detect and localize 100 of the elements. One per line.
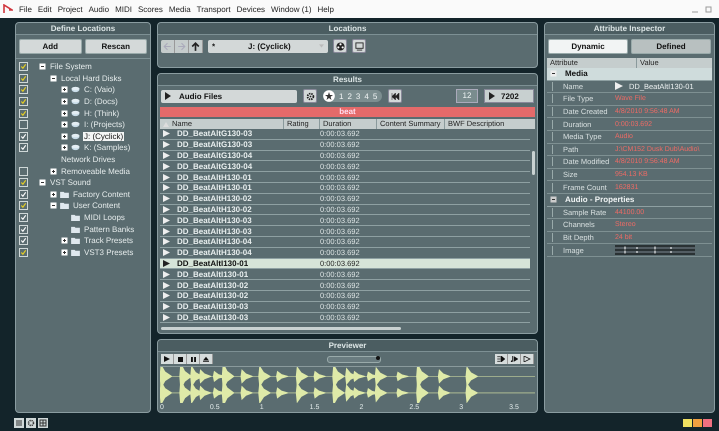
rating-filter[interactable]: 3 (356, 92, 360, 100)
checkbox[interactable] (19, 201, 28, 210)
checkbox[interactable] (19, 248, 28, 257)
page-field[interactable]: 12 (456, 89, 478, 103)
volume-slider[interactable] (327, 356, 381, 362)
stop-button[interactable] (174, 354, 187, 364)
eject-button[interactable] (200, 354, 213, 364)
collapse-icon[interactable] (50, 202, 57, 210)
tree-item[interactable]: VST Sound (49, 178, 92, 188)
tree-item[interactable]: Pattern Banks (83, 224, 136, 234)
checkbox[interactable] (19, 236, 28, 246)
tree-item[interactable]: K: (Samples) (83, 143, 132, 152)
tree-item[interactable]: MIDI Loops (83, 213, 126, 222)
expand-icon[interactable] (61, 110, 68, 117)
settings-button[interactable] (303, 89, 317, 103)
checkbox[interactable] (19, 85, 28, 94)
menu-item[interactable]: File (19, 4, 32, 14)
checkbox[interactable] (19, 143, 28, 152)
menu-item[interactable]: Audio (88, 4, 110, 14)
menu-item[interactable]: Project (58, 4, 83, 14)
reel-button[interactable] (333, 39, 347, 53)
up-arrow-icon[interactable] (189, 40, 203, 52)
tree-item[interactable]: C: (Vaio) (83, 85, 116, 94)
tab[interactable]: Defined (631, 39, 711, 54)
pause-button[interactable] (187, 354, 200, 364)
grid-view-icon[interactable] (38, 418, 48, 428)
tree-item[interactable]: User Content (72, 201, 122, 210)
menu-item[interactable]: MIDI (115, 4, 132, 14)
expand-icon[interactable] (61, 144, 68, 152)
tree-item[interactable]: Factory Content (72, 190, 131, 199)
tree-item[interactable]: H: (Think) (83, 108, 120, 118)
expand-icon[interactable] (61, 237, 68, 244)
back-icon[interactable] (161, 40, 175, 52)
add-button[interactable]: Add (19, 39, 82, 54)
checkbox[interactable] (19, 224, 28, 234)
location-dropdown[interactable]: * J: (Cyclick) (208, 40, 328, 52)
menu-item[interactable]: Devices (236, 4, 266, 14)
checkbox[interactable] (19, 166, 28, 176)
expand-icon[interactable] (61, 98, 68, 106)
expand-icon[interactable] (50, 168, 57, 175)
file-name: DD_BeatAltG130-03 (177, 140, 254, 150)
collapse-icon[interactable] (550, 70, 557, 78)
tree-item[interactable]: D: (Docs) (83, 97, 119, 106)
browse-button[interactable] (352, 39, 366, 53)
restore-icon[interactable] (705, 5, 713, 13)
checkbox[interactable] (19, 62, 28, 72)
tree-item[interactable]: I: (Projects) (83, 120, 126, 130)
rating-filter[interactable]: 2 (347, 92, 352, 100)
media-type-dropdown[interactable]: Audio Files (161, 90, 297, 102)
tree-item[interactable]: J: (Cyclick) (83, 132, 124, 141)
scrollbar[interactable] (532, 151, 535, 175)
tree-item[interactable]: Network Drives (60, 155, 116, 164)
skip-back-button[interactable] (388, 89, 402, 103)
collapse-icon[interactable] (39, 63, 46, 70)
rating-filter[interactable]: 4 (364, 92, 369, 100)
settings-icon[interactable] (26, 418, 36, 428)
star-icon[interactable] (323, 90, 335, 102)
group-header[interactable]: Audio - Properties (547, 194, 712, 207)
tree-item[interactable]: Track Presets (83, 236, 134, 246)
expand-icon[interactable] (61, 248, 68, 256)
auto-play-button[interactable] (495, 354, 508, 364)
checkbox[interactable] (19, 108, 28, 118)
collapse-icon[interactable] (550, 196, 557, 204)
rating-filter[interactable]: 1 (339, 92, 344, 100)
rating-filter[interactable]: 5 (372, 92, 378, 100)
tree-item[interactable]: Local Hard Disks (60, 74, 122, 83)
checkbox[interactable] (19, 213, 28, 222)
menu-item[interactable]: Media (168, 4, 191, 14)
tree-item[interactable]: VST3 Presets (83, 248, 134, 257)
collapse-icon[interactable] (50, 74, 57, 82)
scrollbar[interactable] (161, 327, 401, 330)
loop-play-button[interactable] (521, 354, 534, 364)
tree-item[interactable]: Removeable Media (60, 166, 131, 176)
list-view-icon[interactable] (14, 418, 24, 428)
expand-icon[interactable] (50, 190, 57, 198)
checkbox[interactable] (19, 120, 28, 130)
group-header[interactable]: Media (547, 68, 712, 81)
menu-item[interactable]: Scores (138, 4, 163, 14)
play-button[interactable] (161, 354, 174, 364)
rescan-button[interactable]: Rescan (84, 39, 147, 54)
tree-item[interactable]: File System (49, 62, 93, 72)
checkbox[interactable] (19, 190, 28, 199)
expand-icon[interactable] (61, 121, 68, 128)
expand-icon[interactable] (61, 86, 68, 94)
expand-icon[interactable] (61, 132, 68, 140)
search-field[interactable]: beat (160, 107, 535, 117)
menu-item[interactable]: Edit (38, 4, 52, 14)
checkbox[interactable] (19, 132, 28, 141)
menu-item[interactable]: Window (1) (271, 4, 312, 14)
menu-item[interactable]: Help (318, 4, 334, 14)
collapse-icon[interactable] (39, 179, 46, 186)
checkbox[interactable] (19, 97, 28, 106)
checkbox[interactable] (19, 178, 28, 188)
note-play-button[interactable] (508, 354, 521, 364)
menu-item[interactable]: Transport (196, 4, 231, 14)
panel-title: Previewer (158, 340, 537, 352)
file-name: DD_BeatAltH130-02 (177, 194, 253, 204)
color-swatches-icon[interactable] (683, 419, 713, 427)
tab[interactable]: Dynamic (548, 39, 628, 54)
checkbox[interactable] (19, 74, 28, 83)
